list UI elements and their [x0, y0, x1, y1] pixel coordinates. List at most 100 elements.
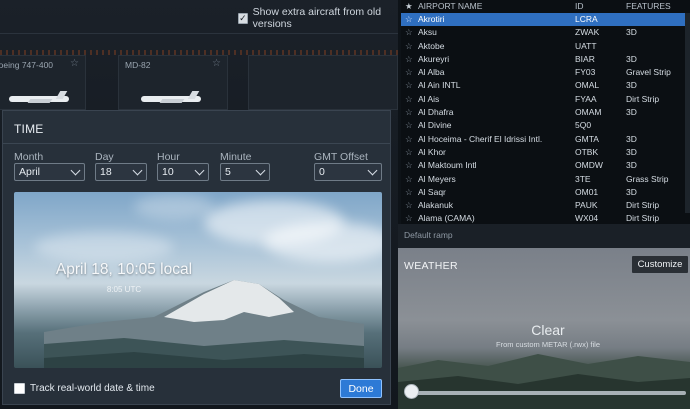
- airport-features: Dirt Strip: [626, 93, 660, 104]
- airport-row[interactable]: ☆ Al Hoceima - Cherif El Idrissi Intl. GMT…: [401, 133, 690, 146]
- day-select[interactable]: 18: [95, 163, 147, 181]
- airport-row[interactable]: ☆ Al Saqr OM01 3D: [401, 186, 690, 199]
- airport-features: 3D: [626, 53, 637, 64]
- scrollbar[interactable]: [685, 13, 690, 213]
- airport-id: BIAR: [575, 53, 595, 64]
- favorite-star-icon[interactable]: ☆: [405, 120, 413, 131]
- airport-name: Aksu: [418, 27, 437, 38]
- show-extra-aircraft-toggle[interactable]: ✓ Show extra aircraft from old versions: [238, 6, 398, 30]
- airport-name: Akureyri: [418, 53, 450, 64]
- airport-name: Aktobe: [418, 40, 445, 51]
- airport-row[interactable]: ☆ Al Divine 5Q0: [401, 119, 690, 132]
- favorite-star-icon[interactable]: ☆: [405, 213, 413, 224]
- column-airport-name[interactable]: AIRPORT NAME: [418, 1, 482, 11]
- checkbox-unchecked-icon[interactable]: [14, 383, 25, 394]
- airport-row[interactable]: ☆ Al Maktoum Intl OMDW 3D: [401, 159, 690, 172]
- favorite-star-icon[interactable]: ☆: [405, 160, 413, 171]
- airport-list: ★ AIRPORT NAME ID FEATURES ☆ Akrotiri LCRA…: [401, 0, 690, 224]
- column-features[interactable]: FEATURES: [626, 1, 671, 11]
- weather-slider-handle[interactable]: [404, 384, 419, 399]
- airport-name: Al Ain INTL: [418, 80, 461, 91]
- chevron-down-icon: [255, 165, 266, 176]
- favorite-star-icon[interactable]: ☆: [405, 94, 413, 105]
- gmt-offset-select[interactable]: 0: [314, 163, 382, 181]
- favorite-star-icon[interactable]: ☆: [405, 174, 413, 185]
- time-dialog: TIME Month April Day 18 Hour 10 Minute 5…: [2, 110, 391, 405]
- airport-id: FYAA: [575, 93, 597, 104]
- airport-name: Al Maktoum Intl: [418, 160, 477, 171]
- column-id[interactable]: ID: [575, 1, 584, 11]
- airport-id: WX04: [575, 213, 599, 224]
- airport-row[interactable]: ☆ Al Ain INTL OMAL 3D: [401, 79, 690, 92]
- aircraft-card[interactable]: MD-82 ☆: [118, 55, 228, 110]
- month-value: April: [19, 166, 41, 178]
- airport-id: PAUK: [575, 200, 598, 211]
- weather-title: WEATHER: [404, 260, 458, 272]
- airport-features: Grass Strip: [626, 173, 669, 184]
- favorite-star-icon[interactable]: ☆: [405, 200, 413, 211]
- time-dialog-title: TIME: [14, 122, 44, 136]
- favorite-star-icon[interactable]: ☆: [70, 58, 79, 69]
- airport-features: Gravel Strip: [626, 67, 671, 78]
- favorite-star-icon[interactable]: ☆: [405, 14, 413, 25]
- airport-row[interactable]: ☆ Akureyri BIAR 3D: [401, 53, 690, 66]
- track-real-world-toggle[interactable]: Track real-world date & time: [14, 383, 155, 394]
- ramp-label: Default ramp: [404, 230, 453, 240]
- divider: [3, 143, 390, 144]
- gmt-offset-label: GMT Offset: [314, 151, 368, 163]
- favorite-star-icon[interactable]: ☆: [405, 41, 413, 52]
- aircraft-title: MD-82: [125, 60, 151, 70]
- divider: [0, 33, 398, 34]
- favorite-star-icon[interactable]: ☆: [405, 147, 413, 158]
- ramp-strip: Default ramp: [398, 224, 690, 248]
- favorite-star-icon[interactable]: ☆: [405, 27, 413, 38]
- airport-row[interactable]: ☆ Al Meyers 3TE Grass Strip: [401, 173, 690, 186]
- checkbox-checked-icon[interactable]: ✓: [238, 12, 248, 24]
- airport-id: OMAM: [575, 107, 602, 118]
- airport-name: Al Khor: [418, 146, 446, 157]
- airport-row[interactable]: ☆ Alakanuk PAUK Dirt Strip: [401, 199, 690, 212]
- airport-id: 5Q0: [575, 120, 592, 131]
- favorite-star-icon[interactable]: ☆: [405, 80, 413, 91]
- preview-local-time: April 18, 10:05 local: [55, 261, 193, 278]
- airport-name: Al Ais: [418, 93, 440, 104]
- favorite-star-icon[interactable]: ☆: [405, 187, 413, 198]
- show-extra-aircraft-label: Show extra aircraft from old versions: [252, 6, 382, 30]
- month-select[interactable]: April: [14, 163, 85, 181]
- airport-row[interactable]: ☆ Al Dhafra OMAM 3D: [401, 106, 690, 119]
- aircraft-card[interactable]: Boeing 747-400 ☆: [0, 55, 86, 110]
- hour-select[interactable]: 10: [157, 163, 209, 181]
- hour-label: Hour: [157, 151, 180, 163]
- favorite-star-icon[interactable]: ☆: [212, 58, 221, 69]
- customize-button[interactable]: Customize: [632, 256, 688, 273]
- favorite-star-icon[interactable]: ☆: [405, 107, 413, 118]
- favorite-star-icon[interactable]: ☆: [405, 134, 413, 145]
- airport-name: Akrotiri: [418, 14, 445, 24]
- favorite-star-icon[interactable]: ☆: [405, 67, 413, 78]
- aircraft-thumbnail: [141, 91, 201, 105]
- favorite-star-icon[interactable]: ☆: [405, 54, 413, 65]
- airport-row[interactable]: ☆ Al Khor OTBK 3D: [401, 146, 690, 159]
- favorite-column-star-icon[interactable]: ★: [405, 1, 413, 12]
- done-button[interactable]: Done: [340, 379, 382, 398]
- airport-features: 3D: [626, 146, 637, 157]
- airport-features: 3D: [626, 160, 637, 171]
- airport-row[interactable]: ☆ Al Alba FY03 Gravel Strip: [401, 66, 690, 79]
- airport-id: OMDW: [575, 160, 603, 171]
- airport-id: OM01: [575, 186, 599, 197]
- airport-row[interactable]: ☆ Al Ais FYAA Dirt Strip: [401, 93, 690, 106]
- chevron-down-icon: [132, 165, 143, 176]
- airport-row[interactable]: ☆ Aktobe UATT: [401, 40, 690, 53]
- aircraft-card[interactable]: [248, 55, 398, 110]
- airport-row[interactable]: ☆ Akrotiri LCRA: [401, 13, 690, 27]
- chevron-down-icon: [367, 165, 378, 176]
- airport-id: OTBK: [575, 146, 599, 157]
- day-value: 18: [100, 166, 112, 178]
- minute-select[interactable]: 5: [220, 163, 270, 181]
- airport-id: LCRA: [575, 14, 598, 24]
- weather-slider-track[interactable]: [406, 391, 686, 395]
- airport-row[interactable]: ☆ Aksu ZWAK 3D: [401, 26, 690, 39]
- airport-name: Alakanuk: [418, 200, 453, 211]
- track-real-world-label: Track real-world date & time: [30, 383, 155, 394]
- weather-condition: Clear: [531, 322, 565, 338]
